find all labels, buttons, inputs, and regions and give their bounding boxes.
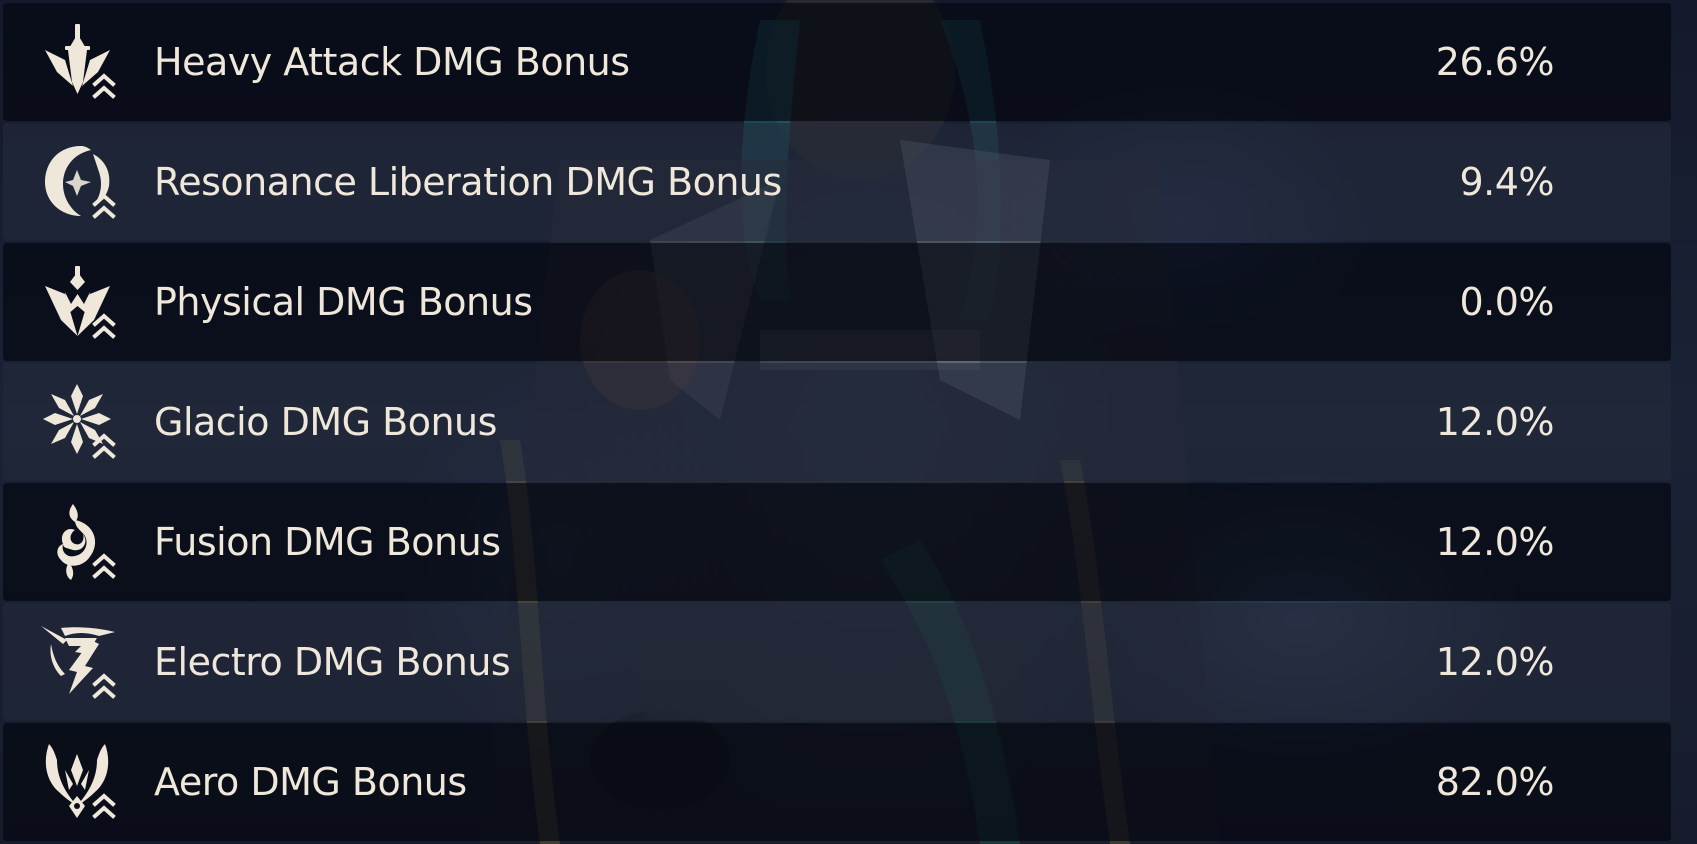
stat-row-aero: Aero DMG Bonus 82.0% bbox=[3, 723, 1671, 841]
electro-icon bbox=[39, 620, 123, 704]
stat-value: 9.4% bbox=[1459, 160, 1554, 204]
stat-label: Fusion DMG Bonus bbox=[154, 520, 501, 564]
stat-label: Glacio DMG Bonus bbox=[154, 400, 497, 444]
stat-label: Physical DMG Bonus bbox=[154, 280, 533, 324]
stat-value: 12.0% bbox=[1435, 400, 1555, 444]
damage-bonus-stat-list: Heavy Attack DMG Bonus 26.6% Resonance L… bbox=[3, 3, 1671, 841]
stat-label: Heavy Attack DMG Bonus bbox=[154, 40, 630, 84]
fusion-icon bbox=[39, 500, 123, 584]
stat-row-heavy-attack: Heavy Attack DMG Bonus 26.6% bbox=[3, 3, 1671, 121]
heavy-attack-icon bbox=[39, 20, 123, 104]
stat-row-physical: Physical DMG Bonus 0.0% bbox=[3, 243, 1671, 361]
stats-panel-screen: Heavy Attack DMG Bonus 26.6% Resonance L… bbox=[0, 0, 1697, 844]
resonance-liberation-icon bbox=[39, 140, 123, 224]
stat-row-resonance-liberation: Resonance Liberation DMG Bonus 9.4% bbox=[3, 123, 1671, 241]
stat-value: 12.0% bbox=[1435, 520, 1555, 564]
glacio-icon bbox=[39, 380, 123, 464]
stat-label: Electro DMG Bonus bbox=[154, 640, 511, 684]
stat-row-electro: Electro DMG Bonus 12.0% bbox=[3, 603, 1671, 721]
stat-label: Aero DMG Bonus bbox=[154, 760, 467, 804]
aero-icon bbox=[39, 740, 123, 824]
stat-label: Resonance Liberation DMG Bonus bbox=[154, 160, 782, 204]
stat-row-fusion: Fusion DMG Bonus 12.0% bbox=[3, 483, 1671, 601]
stat-value: 26.6% bbox=[1435, 40, 1555, 84]
stat-row-glacio: Glacio DMG Bonus 12.0% bbox=[3, 363, 1671, 481]
physical-icon bbox=[39, 260, 123, 344]
stat-value: 82.0% bbox=[1435, 760, 1555, 804]
stat-value: 0.0% bbox=[1459, 280, 1554, 324]
stat-value: 12.0% bbox=[1435, 640, 1555, 684]
